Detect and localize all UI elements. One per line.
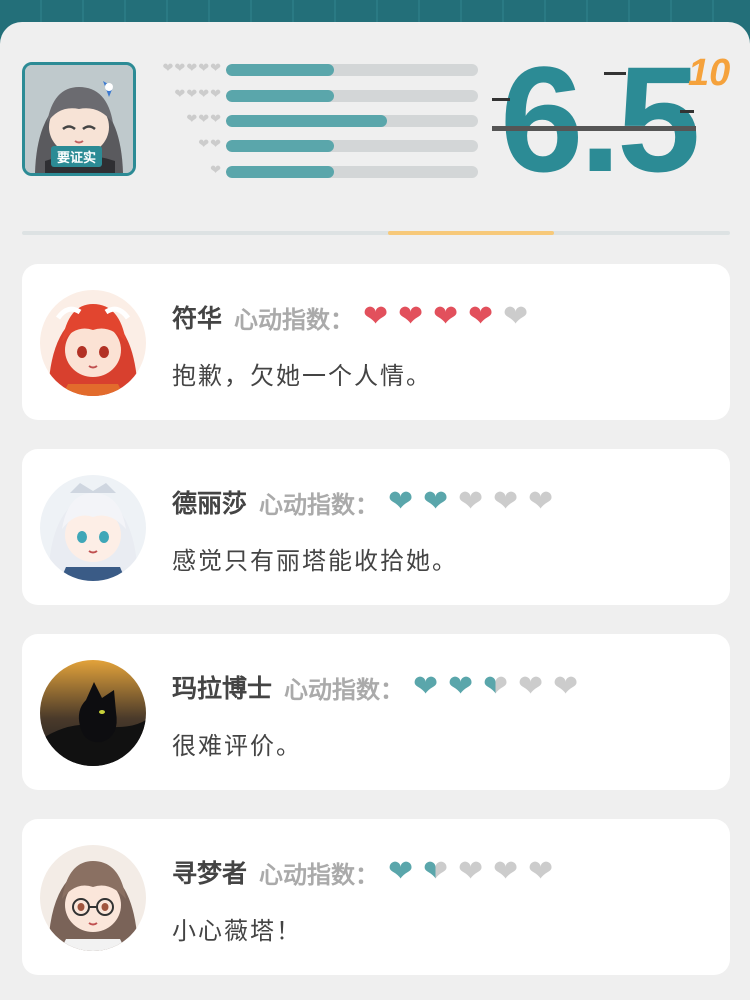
overall-score: 6.5 [492,44,702,194]
heart-rating: ❤ ❤ ❤ ❤ ❤ [410,672,585,702]
character-name: 符华 [172,304,223,333]
score-dash [492,98,510,101]
distribution-bar-fill [226,115,388,127]
fuhua-avatar-icon[interactable] [40,290,146,396]
theresa-avatar-icon[interactable] [40,475,146,581]
score-dash [680,110,694,113]
divider [22,231,730,235]
heart-rating: ❤ ❤ ❤ ❤ ❤ [385,857,560,887]
heart-filled-icon: ❤ [397,299,424,334]
heart-filled-icon: ❤ [412,669,439,704]
summary-avatar: 要证实 [22,62,136,176]
heart-filled-icon: ❤ [387,854,414,889]
review-comment: 小心薇塔！ [172,917,302,945]
divider-accent [388,231,554,235]
heart-index-label: 心动指数： [259,490,380,519]
distribution-hearts: ❤❤❤ [186,112,222,127]
card-header: 符华 心动指数： ❤ ❤ ❤ ❤ ❤ [172,300,535,334]
heart-index-label: 心动指数： [259,860,380,889]
character-name: 德丽莎 [172,489,248,518]
character-review-card[interactable]: 德丽莎 心动指数： ❤ ❤ ❤ ❤ ❤ 感觉只有丽塔能收拾她。 [22,449,730,605]
review-comment: 感觉只有丽塔能收拾她。 [172,547,458,575]
heart-filled-icon: ❤ [362,299,389,334]
heart-index-label: 心动指数： [234,305,355,334]
distribution-bar [226,64,478,76]
heart-rating: ❤ ❤ ❤ ❤ ❤ [385,487,560,517]
distribution-bar-fill [226,90,335,102]
distribution-row: ❤❤❤❤❤ [140,61,480,76]
character-name: 寻梦者 [172,859,248,888]
card-header: 德丽莎 心动指数： ❤ ❤ ❤ ❤ ❤ [172,485,560,519]
distribution-row: ❤❤❤ [140,112,480,127]
character-review-card[interactable]: 符华 心动指数： ❤ ❤ ❤ ❤ ❤ 抱歉，欠她一个人情。 [22,264,730,420]
review-comment: 很难评价。 [172,732,302,760]
heart-half-icon: ❤ [480,672,511,702]
score-strike-line [492,126,696,131]
distribution-bar [226,90,478,102]
heart-half-icon: ❤ [420,857,451,887]
distribution-hearts: ❤❤❤❤❤ [162,61,222,76]
distribution-row: ❤ [140,163,480,178]
dreamseeker-avatar-icon[interactable] [40,845,146,951]
character-review-card[interactable]: 寻梦者 心动指数： ❤ ❤ ❤ ❤ ❤ 小心薇塔！ [22,819,730,975]
card-header: 寻梦者 心动指数： ❤ ❤ ❤ ❤ ❤ [172,855,560,889]
distribution-hearts: ❤❤❤❤ [174,87,222,102]
heart-empty-icon: ❤ [457,484,484,519]
distribution-row: ❤❤ [140,137,480,152]
character-name: 玛拉博士 [172,674,273,703]
distribution-bar-fill [226,166,335,178]
review-comment: 抱歉，欠她一个人情。 [172,362,432,390]
heart-empty-icon: ❤ [527,854,554,889]
character-review-card[interactable]: 玛拉博士 心动指数： ❤ ❤ ❤ ❤ ❤ 很难评价。 [22,634,730,790]
heart-empty-icon: ❤ [527,484,554,519]
distribution-bar [226,115,478,127]
heart-filled-icon: ❤ [432,299,459,334]
heart-empty-icon: ❤ [502,299,529,334]
distribution-hearts: ❤❤ [198,137,222,152]
heart-empty-icon: ❤ [457,854,484,889]
heart-empty-icon: ❤ [552,669,579,704]
heart-filled-icon: ❤ [422,484,449,519]
distribution-bar [226,140,478,152]
distribution-hearts: ❤ [210,163,222,178]
distribution-bar [226,166,478,178]
heart-filled-icon: ❤ [387,484,414,519]
heart-index-label: 心动指数： [284,675,405,704]
distribution-bar-fill [226,64,335,76]
heart-empty-icon: ❤ [517,669,544,704]
black-cat-avatar-icon[interactable] [40,660,146,766]
score-max: 10 [688,52,731,94]
score-value: 6.5 [500,35,701,203]
heart-filled-icon: ❤ [447,669,474,704]
card-header: 玛拉博士 心动指数： ❤ ❤ ❤ ❤ ❤ [172,670,585,704]
heart-filled-icon: ❤ [467,299,494,334]
heart-empty-icon: ❤ [492,484,519,519]
distribution-bar-fill [226,140,335,152]
heart-rating: ❤ ❤ ❤ ❤ ❤ [360,302,535,332]
score-dash [604,72,626,75]
summary-avatar-tag: 要证实 [51,146,103,167]
distribution-row: ❤❤❤❤ [140,87,480,102]
heart-empty-icon: ❤ [492,854,519,889]
review-panel: 要证实 ❤❤❤❤❤ ❤❤❤❤ ❤❤❤ ❤❤ ❤ 6.5 10 符华 心动指数： ❤ ❤ ❤ ❤ ❤ 抱… [0,22,750,1000]
